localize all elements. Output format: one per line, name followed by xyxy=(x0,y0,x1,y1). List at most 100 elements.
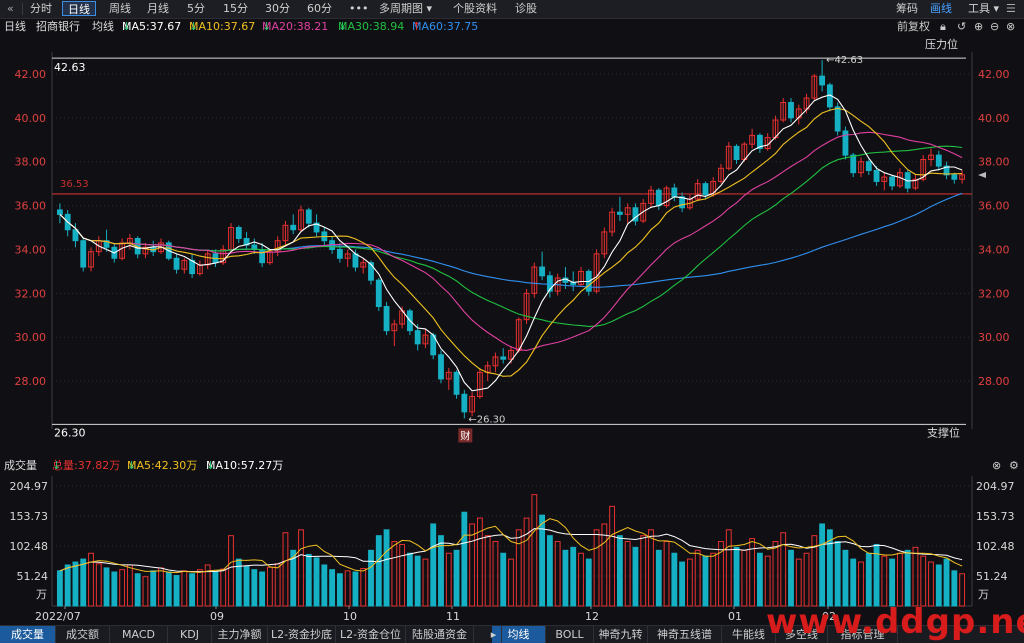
volume-bar xyxy=(173,575,180,607)
volume-bar xyxy=(103,567,110,607)
volume-bar xyxy=(671,552,678,607)
price-y-tick-left: 30.00 xyxy=(15,331,47,344)
volume-bar xyxy=(679,561,686,607)
zoom-in-icon[interactable]: ⊕ xyxy=(974,19,983,35)
gear-icon[interactable]: ⚙ xyxy=(1009,458,1019,474)
close-icon[interactable]: ⊗ xyxy=(1006,19,1015,35)
volume-bar xyxy=(461,511,468,607)
candle-body xyxy=(305,209,312,224)
volume-bar xyxy=(702,555,709,607)
volume-bar xyxy=(904,549,911,607)
volume-bar xyxy=(756,552,763,607)
indicator-tab[interactable]: L2-资金仓位 xyxy=(336,626,406,643)
candle-body xyxy=(235,227,242,240)
price-y-tick-left: 38.00 xyxy=(15,156,47,169)
tab-fenshi[interactable]: 分时 xyxy=(25,1,57,16)
volume-y-tick-left: 204.97 xyxy=(10,480,49,493)
candle-body xyxy=(290,224,297,231)
price-y-tick-left: 40.00 xyxy=(15,112,47,125)
volume-bar xyxy=(850,558,857,607)
low-price-marker: ←26.30 xyxy=(468,414,505,425)
volume-y-tick-right: 51.24 xyxy=(976,570,1008,583)
candle-body xyxy=(173,257,180,270)
more-periods-button[interactable]: ••• xyxy=(344,1,373,16)
indicator-tab[interactable]: 成交量 xyxy=(0,626,56,643)
volume-unit-right: 万 xyxy=(978,588,989,601)
double-chevron-left-icon[interactable]: « xyxy=(2,1,19,16)
tab-15min[interactable]: 15分 xyxy=(218,1,253,16)
volume-y-tick-left: 102.48 xyxy=(10,540,49,553)
watermark-text: www.ddgp.net xyxy=(766,602,1024,642)
period-label: 日线 xyxy=(4,20,26,33)
fuquan-dropdown[interactable]: 前复权 xyxy=(897,19,930,35)
candle-body xyxy=(616,211,623,215)
volume-bar xyxy=(733,546,740,607)
indicator-tab[interactable]: BOLL xyxy=(546,626,594,643)
tab-60min[interactable]: 60分 xyxy=(302,1,337,16)
multi-period-dropdown[interactable]: 多周期图 ▾ xyxy=(374,1,437,16)
indicator-tab[interactable]: 陆股通资金 xyxy=(406,626,474,643)
indicator-tab[interactable]: 神奇五线谱 xyxy=(648,626,722,643)
indicator-tab[interactable]: L2-资金抄底 xyxy=(268,626,336,643)
left-low-label: 26.30 xyxy=(54,426,86,439)
volume-bar xyxy=(80,558,87,607)
divider xyxy=(22,3,23,15)
candle-body xyxy=(461,393,468,413)
candle-body xyxy=(733,145,740,161)
ma-label: 均线 xyxy=(92,20,114,33)
draw-line-button[interactable]: 画线 xyxy=(930,1,952,16)
tab-zhouxian[interactable]: 周线 xyxy=(104,1,136,16)
diagnose-button[interactable]: 诊股 xyxy=(510,1,542,16)
tab-5min[interactable]: 5分 xyxy=(182,1,210,16)
volume-y-tick-right: 204.97 xyxy=(976,480,1015,493)
volume-bar xyxy=(212,571,219,607)
lock-icon[interactable]: 🔒︎ xyxy=(940,19,946,35)
red-line-label: 36.53 xyxy=(60,179,89,190)
volume-bar xyxy=(562,549,569,607)
close-icon[interactable]: ⊗ xyxy=(992,458,1001,474)
price-y-tick-left: 32.00 xyxy=(15,287,47,300)
indicator-tab[interactable]: KDJ xyxy=(168,626,212,643)
zoom-out-icon[interactable]: ⊖ xyxy=(990,19,999,35)
candle-body xyxy=(935,154,942,167)
price-chart[interactable]: 42.00 42.00 40.00 40.00 38.00 38.00 36.00 36.00… xyxy=(0,36,1024,456)
volume-bar xyxy=(951,570,958,607)
tab-30min[interactable]: 30分 xyxy=(260,1,295,16)
tab-yuexian[interactable]: 月线 xyxy=(142,1,174,16)
volume-bar xyxy=(570,546,577,607)
candle-body xyxy=(438,354,444,380)
high-price-marker: ←42.63 xyxy=(826,55,863,66)
volume-bar xyxy=(788,549,794,607)
volume-bar xyxy=(585,558,592,607)
stock-profile-button[interactable]: 个股资料 xyxy=(448,1,502,16)
tools-button[interactable]: 工具 ▾ xyxy=(968,1,999,16)
indicator-tab[interactable]: 主力净额 xyxy=(212,626,268,643)
candle-body xyxy=(702,183,709,196)
tab-scroll-right-icon[interactable]: ▸ xyxy=(486,626,502,643)
left-high-label: 42.63 xyxy=(54,61,86,74)
undo-icon[interactable]: ↺ xyxy=(957,19,966,35)
chip-button[interactable]: 筹码 xyxy=(896,1,918,16)
volume-legend-row: 成交量 总量:37.82万 ↓ MA5:42.30万 ↓ MA10:57.27万 ↓ … xyxy=(4,458,1019,474)
indicator-tab[interactable]: MACD xyxy=(110,626,168,643)
indicator-tab[interactable]: 神奇九转 xyxy=(594,626,648,643)
price-y-tick-left: 42.00 xyxy=(15,68,47,81)
top-toolbar: « 分时 日线 周线 月线 5分 15分 30分 60分 ••• 多周期图 ▾ … xyxy=(0,0,1024,19)
volume-bar xyxy=(453,549,460,607)
volume-bar xyxy=(189,573,196,607)
volume-y-tick-left: 51.24 xyxy=(17,570,49,583)
volume-bar xyxy=(305,553,312,607)
volume-y-tick-right: 153.73 xyxy=(976,510,1015,523)
volume-bar xyxy=(842,549,849,607)
candle-body xyxy=(352,253,359,268)
stock-name: 招商银行 xyxy=(36,20,80,33)
candle-body xyxy=(951,174,958,180)
price-y-tick-right: 36.00 xyxy=(978,200,1010,213)
volume-bar xyxy=(251,569,258,607)
tab-rixian[interactable]: 日线 xyxy=(62,1,96,16)
indicator-tab[interactable]: 成交额 xyxy=(56,626,110,643)
volume-bar xyxy=(616,535,623,607)
volume-bar xyxy=(383,529,390,607)
hamburger-menu-icon[interactable]: ☰ xyxy=(1006,1,1016,16)
candle-body xyxy=(655,189,662,207)
